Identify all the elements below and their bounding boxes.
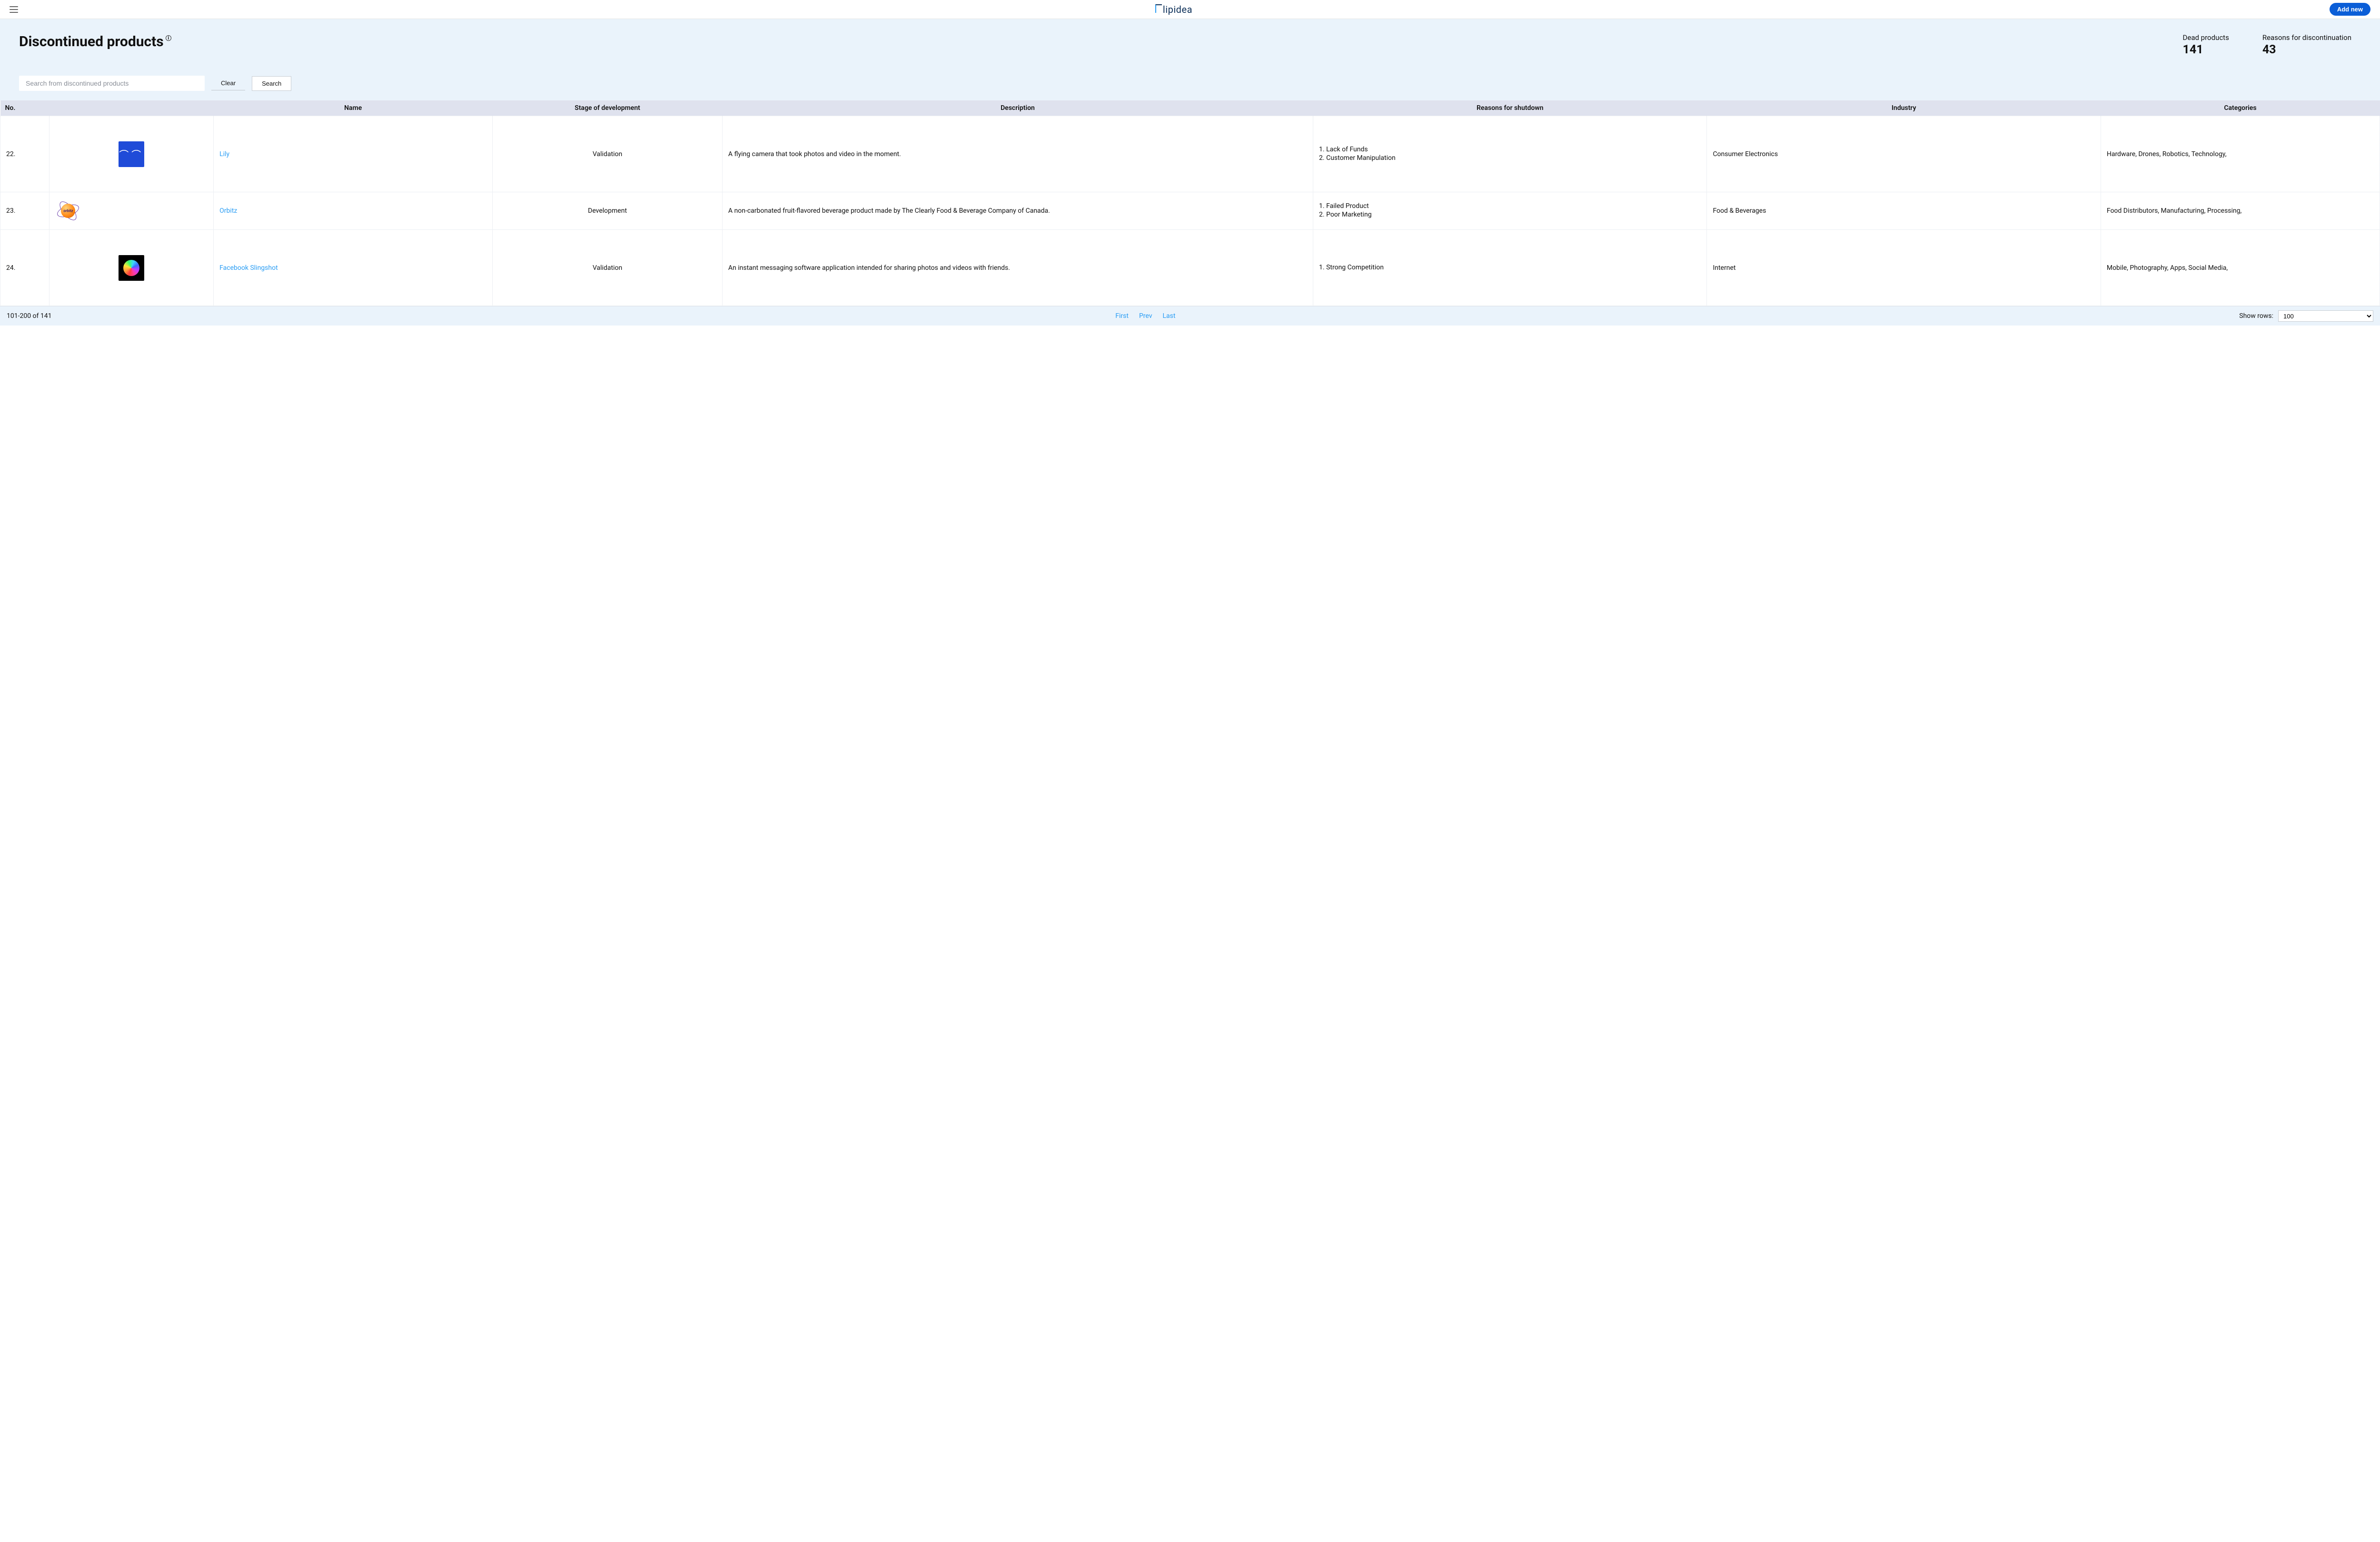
product-name-link[interactable]: Facebook Slingshot (219, 264, 278, 272)
reason-item: Lack of Funds (1319, 146, 1701, 153)
reasons-list: Strong Competition (1319, 264, 1701, 271)
reasons-list: Failed ProductPoor Marketing (1319, 202, 1701, 218)
cell-reasons: Lack of FundsCustomer Manipulation (1313, 116, 1707, 192)
pagination-bar: 101-200 of 141 First Prev Last Show rows… (0, 306, 2380, 326)
brand-text: lipidea (1163, 4, 1192, 15)
brand-mark-icon (1155, 4, 1162, 13)
cell-stage: Validation (493, 230, 723, 306)
cell-logo: ⌒⌒ (50, 116, 214, 192)
hero-section: Discontinued products i Dead products 14… (0, 19, 2380, 100)
reason-item: Poor Marketing (1319, 211, 1701, 218)
cell-logo (50, 230, 214, 306)
cell-no: 23. (0, 192, 50, 230)
product-logo: ⌒⌒ (119, 141, 144, 167)
pager-prev[interactable]: Prev (1139, 312, 1152, 320)
table-header-row: No. Name Stage of development Descriptio… (0, 100, 2380, 116)
th-logo (50, 100, 214, 116)
table-row: 23.orbitz Orbitz DevelopmentA non-carbonat… (0, 192, 2380, 230)
stat-label: Reasons for discontinuation (2262, 33, 2351, 42)
th-industry[interactable]: Industry (1707, 100, 2101, 116)
cell-name: Orbitz (214, 192, 493, 230)
hamburger-menu-icon[interactable] (10, 6, 18, 13)
cell-description: A flying camera that took photos and vid… (722, 116, 1313, 192)
cell-reasons: Strong Competition (1313, 230, 1707, 306)
table-row: 24. Facebook Slingshot ValidationAn instan… (0, 230, 2380, 306)
cell-stage: Validation (493, 116, 723, 192)
cell-name: Lily (214, 116, 493, 192)
product-name-link[interactable]: Orbitz (219, 207, 237, 215)
brand-logo[interactable]: lipidea (1155, 4, 1192, 15)
stat-dead-products: Dead products 141 (2183, 33, 2229, 57)
stat-reasons: Reasons for discontinuation 43 (2262, 33, 2351, 57)
pager-last[interactable]: Last (1163, 312, 1176, 320)
cell-industry: Consumer Electronics (1707, 116, 2101, 192)
pager-first[interactable]: First (1115, 312, 1129, 320)
table-container: No. Name Stage of development Descriptio… (0, 100, 2380, 306)
products-table: No. Name Stage of development Descriptio… (0, 100, 2380, 306)
reasons-list: Lack of FundsCustomer Manipulation (1319, 146, 1701, 162)
table-row: 22. ⌒⌒ Lily ValidationA flying camera that … (0, 116, 2380, 192)
cell-categories: Food Distributors, Manufacturing, Proces… (2101, 192, 2380, 230)
stat-value: 43 (2262, 43, 2351, 57)
search-button[interactable]: Search (252, 76, 291, 91)
stats-container: Dead products 141 Reasons for discontinu… (2183, 33, 2361, 57)
info-icon[interactable]: i (166, 35, 171, 41)
cell-stage: Development (493, 192, 723, 230)
stat-value: 141 (2183, 43, 2229, 57)
cell-industry: Food & Beverages (1707, 192, 2101, 230)
cell-description: A non-carbonated fruit-flavored beverage… (722, 192, 1313, 230)
pager: First Prev Last (1115, 312, 1175, 320)
pagination-range: 101-200 of 141 (7, 312, 51, 320)
th-name[interactable]: Name (214, 100, 493, 116)
cell-description: An instant messaging software applicatio… (722, 230, 1313, 306)
add-new-button[interactable]: Add new (2330, 3, 2370, 16)
clear-button[interactable]: Clear (211, 77, 245, 90)
product-logo: orbitz (55, 198, 81, 224)
topbar: lipidea Add new (0, 0, 2380, 19)
stat-label: Dead products (2183, 33, 2229, 42)
search-input[interactable] (19, 76, 205, 91)
cell-name: Facebook Slingshot (214, 230, 493, 306)
search-row: Clear Search (19, 76, 2361, 91)
cell-categories: Hardware, Drones, Robotics, Technology, (2101, 116, 2380, 192)
th-no[interactable]: No. (0, 100, 50, 116)
reason-item: Failed Product (1319, 202, 1701, 210)
page-title-text: Discontinued products (19, 33, 164, 50)
reason-item: Customer Manipulation (1319, 154, 1701, 162)
th-stage[interactable]: Stage of development (493, 100, 723, 116)
product-name-link[interactable]: Lily (219, 150, 229, 158)
th-description[interactable]: Description (722, 100, 1313, 116)
cell-reasons: Failed ProductPoor Marketing (1313, 192, 1707, 230)
cell-categories: Mobile, Photography, Apps, Social Media, (2101, 230, 2380, 306)
th-reasons[interactable]: Reasons for shutdown (1313, 100, 1707, 116)
rows-per-page: Show rows: 100 (2239, 310, 2373, 322)
show-rows-label: Show rows: (2239, 312, 2273, 320)
rows-select[interactable]: 100 (2278, 310, 2373, 322)
cell-industry: Internet (1707, 230, 2101, 306)
th-categories[interactable]: Categories (2101, 100, 2380, 116)
reason-item: Strong Competition (1319, 264, 1701, 271)
product-logo (119, 255, 144, 281)
cell-logo: orbitz (50, 192, 214, 230)
cell-no: 24. (0, 230, 50, 306)
cell-no: 22. (0, 116, 50, 192)
page-title: Discontinued products i (19, 33, 171, 50)
